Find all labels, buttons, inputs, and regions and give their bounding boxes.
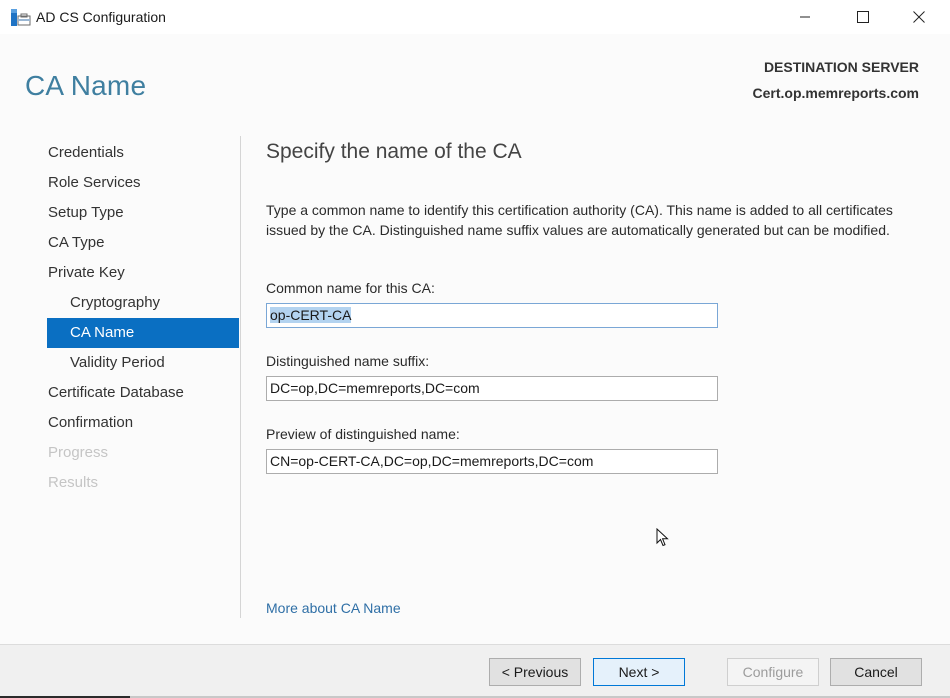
configure-button: Configure (727, 658, 819, 686)
title-bar: AD CS Configuration (0, 0, 950, 34)
dn-preview-label: Preview of distinguished name: (266, 426, 460, 442)
window-title: AD CS Configuration (36, 9, 166, 25)
server-manager-icon (11, 9, 31, 26)
wizard-header: CA Name DESTINATION SERVER Cert.op.memre… (0, 34, 950, 134)
nav-item-results: Results (48, 474, 99, 491)
mouse-pointer-icon (656, 528, 669, 547)
common-name-value: op-CERT-CA (270, 307, 352, 323)
nav-item-confirmation[interactable]: Confirmation (47, 408, 239, 438)
minimize-button[interactable] (782, 0, 828, 34)
nav-divider (240, 136, 241, 618)
nav-item-private-key[interactable]: Private Key (47, 258, 239, 288)
nav-item-ca-name[interactable]: CA Name (47, 318, 239, 348)
previous-button[interactable]: < Previous (489, 658, 581, 686)
nav-item-certificate-database[interactable]: Certificate Database (47, 378, 239, 408)
minimize-icon (800, 16, 810, 18)
section-heading: Specify the name of the CA (266, 140, 522, 163)
wizard-nav: Credentials Role Services Setup Type CA … (47, 138, 239, 498)
nav-item-setup-type[interactable]: Setup Type (47, 198, 239, 228)
wizard-footer: < Previous Next > Configure Cancel (0, 644, 950, 698)
maximize-button[interactable] (840, 0, 886, 34)
destination-server-label: DESTINATION SERVER (763, 59, 919, 75)
nav-item-credentials[interactable]: Credentials (47, 138, 239, 168)
dn-suffix-label: Distinguished name suffix: (266, 353, 430, 369)
nav-item-validity-period[interactable]: Validity Period (47, 348, 239, 378)
close-icon (913, 11, 925, 23)
nav-item-ca-type[interactable]: CA Type (47, 228, 239, 258)
more-about-ca-name-link[interactable]: More about CA Name (266, 600, 401, 616)
destination-server-name: Cert.op.memreports.com (752, 85, 919, 101)
nav-item-progress: Progress (48, 444, 109, 461)
wizard-content: Credentials Role Services Setup Type CA … (0, 134, 950, 644)
maximize-icon (857, 11, 869, 23)
common-name-label: Common name for this CA: (266, 280, 435, 296)
cancel-button[interactable]: Cancel (830, 658, 922, 686)
page-title: CA Name (25, 70, 147, 101)
nav-item-role-services[interactable]: Role Services (47, 168, 239, 198)
close-button[interactable] (896, 0, 942, 34)
description-text: Type a common name to identify this cert… (266, 202, 893, 238)
common-name-input[interactable]: op-CERT-CA (266, 303, 718, 328)
dn-preview-field: CN=op-CERT-CA,DC=op,DC=memreports,DC=com (266, 449, 718, 474)
nav-item-cryptography[interactable]: Cryptography (47, 288, 239, 318)
dn-suffix-input[interactable]: DC=op,DC=memreports,DC=com (266, 376, 718, 401)
next-button[interactable]: Next > (593, 658, 685, 686)
